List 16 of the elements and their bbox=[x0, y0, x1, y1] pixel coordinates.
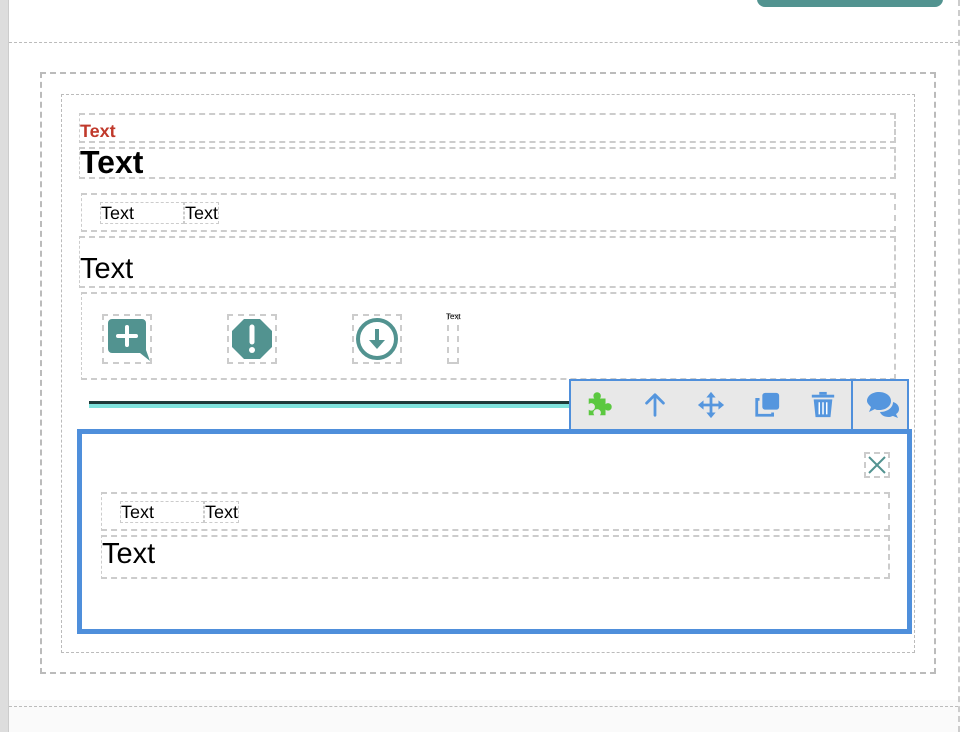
heading-text: Text bbox=[80, 147, 144, 177]
trash-icon[interactable] bbox=[809, 391, 837, 419]
comments-icon[interactable] bbox=[865, 390, 901, 420]
paragraph-text: Text bbox=[102, 537, 156, 571]
caption-text: Text bbox=[446, 312, 461, 321]
text-item: Text bbox=[100, 202, 184, 224]
text-item: Text bbox=[204, 500, 240, 522]
text-item: Text bbox=[120, 500, 204, 522]
move-icon[interactable] bbox=[697, 391, 725, 419]
text-item: Text bbox=[184, 202, 220, 224]
close-icon[interactable] bbox=[864, 452, 890, 478]
alert-icon[interactable] bbox=[229, 316, 275, 362]
paragraph-text: Text bbox=[80, 252, 134, 286]
label-text: Text bbox=[80, 121, 116, 141]
download-icon[interactable] bbox=[354, 316, 400, 362]
copy-icon[interactable] bbox=[753, 391, 781, 419]
